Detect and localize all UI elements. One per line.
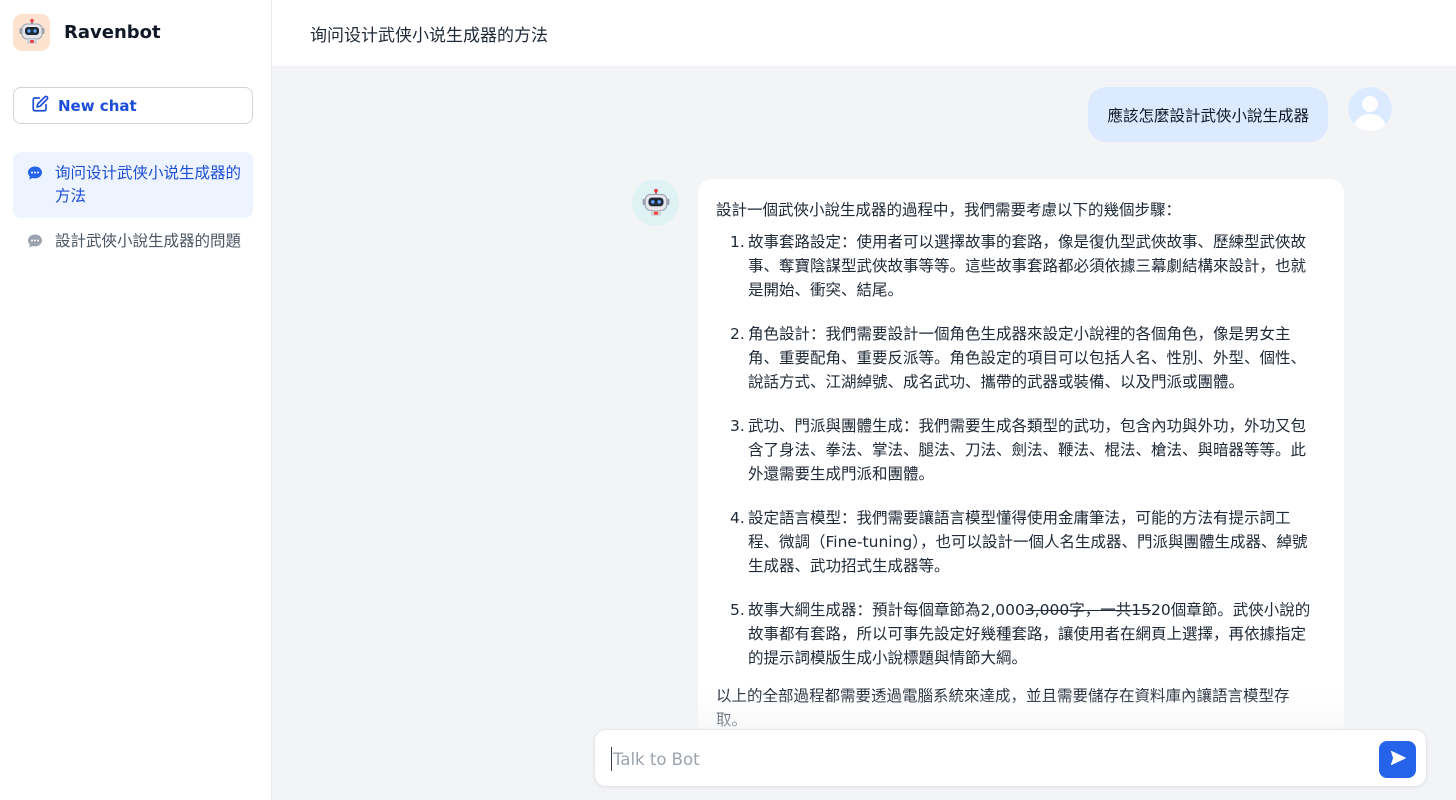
robot-icon	[632, 179, 679, 226]
bot-message-bubble: 設計一個武俠小說生成器的過程中，我們需要考慮以下的幾個步驟： 1. 故事套路設定…	[698, 179, 1344, 739]
text-segment: 故事大綱生成器：預計每個章節為2,000	[748, 601, 1025, 619]
user-avatar-icon	[1348, 87, 1392, 131]
message-composer	[594, 729, 1427, 787]
list-item-text: 角色設計：我們需要設計一個角色生成器來設定小說裡的各個角色，像是男女主角、重要配…	[748, 325, 1307, 391]
robot-icon	[13, 13, 50, 51]
edit-icon	[31, 95, 49, 117]
list-item: 5. 故事大綱生成器：預計每個章節為2,0003,000字，一共1520個章節。…	[730, 598, 1316, 670]
message-input[interactable]	[611, 747, 1351, 771]
list-item-number: 1.	[730, 233, 745, 251]
send-button[interactable]	[1379, 741, 1416, 778]
user-message-bubble: 應該怎麼設計武俠小說生成器	[1088, 87, 1328, 142]
bot-message-outro: 以上的全部過程都需要透過電腦系統來達成，並且需要儲存在資料庫內讓語言模型存取。	[716, 687, 1290, 729]
list-item-number: 3.	[730, 417, 745, 435]
new-chat-button[interactable]: New chat	[13, 87, 253, 124]
chat-item-active[interactable]: 询问设计武侠小说生成器的方法	[13, 152, 253, 218]
bot-message-intro: 設計一個武俠小說生成器的過程中，我們需要考慮以下的幾個步驟：	[716, 201, 1182, 219]
list-item-number: 5.	[730, 601, 745, 619]
chat-item-label: 設計武俠小說生成器的問題	[55, 232, 242, 250]
list-item: 3. 武功、門派與團體生成：我們需要生成各類型的武功，包含內功與外功，外功又包含…	[730, 414, 1316, 486]
user-message: 應該怎麼設計武俠小說生成器	[1088, 87, 1392, 142]
list-item: 1. 故事套路設定：使用者可以選擇故事的套路，像是復仇型武俠故事、歷練型武俠故事…	[730, 230, 1316, 302]
page-title: 询问设计武侠小说生成器的方法	[310, 26, 548, 46]
list-item-text: 故事大綱生成器：預計每個章節為2,0003,000字，一共1520個章節。武俠小…	[748, 598, 1316, 670]
strikethrough-text: 3,000字，一共15	[1024, 601, 1151, 619]
list-item-number: 2.	[730, 325, 745, 343]
chat-bubble-icon	[27, 165, 45, 185]
list-item-text: 武功、門派與團體生成：我們需要生成各類型的武功，包含內功與外功，外功又包含了身法…	[748, 417, 1307, 483]
chat-bubble-icon	[27, 233, 45, 253]
new-chat-label: New chat	[58, 96, 137, 115]
brand: Ravenbot	[13, 13, 161, 51]
sidebar: Ravenbot New chat 询问设计武侠小说生成器的方法 設計武俠小說生…	[0, 0, 272, 800]
list-item-text: 故事套路設定：使用者可以選擇故事的套路，像是復仇型武俠故事、歷練型武俠故事、奪寶…	[748, 233, 1307, 299]
list-item-text: 設定語言模型：我們需要讓語言模型懂得使用金庸筆法，可能的方法有提示詞工程、微調（…	[748, 509, 1308, 575]
list-item: 2. 角色設計：我們需要設計一個角色生成器來設定小說裡的各個角色，像是男女主角、…	[730, 322, 1316, 394]
bot-steps-list: 1. 故事套路設定：使用者可以選擇故事的套路，像是復仇型武俠故事、歷練型武俠故事…	[716, 230, 1316, 670]
app-name: Ravenbot	[64, 21, 161, 43]
list-item-number: 4.	[730, 509, 745, 527]
chat-item[interactable]: 設計武俠小說生成器的問題	[13, 220, 253, 263]
chat-main: 询问设计武侠小说生成器的方法 應該怎麼設計武俠小說生成器 設計一個武俠小說生成器	[272, 0, 1456, 800]
chat-list: 询问设计武侠小说生成器的方法 設計武俠小說生成器的問題	[13, 152, 253, 265]
chat-header: 询问设计武侠小说生成器的方法	[272, 0, 1456, 67]
send-icon	[1389, 749, 1407, 771]
chat-item-label: 询问设计武侠小说生成器的方法	[55, 164, 242, 205]
list-item: 4. 設定語言模型：我們需要讓語言模型懂得使用金庸筆法，可能的方法有提示詞工程、…	[730, 506, 1316, 578]
